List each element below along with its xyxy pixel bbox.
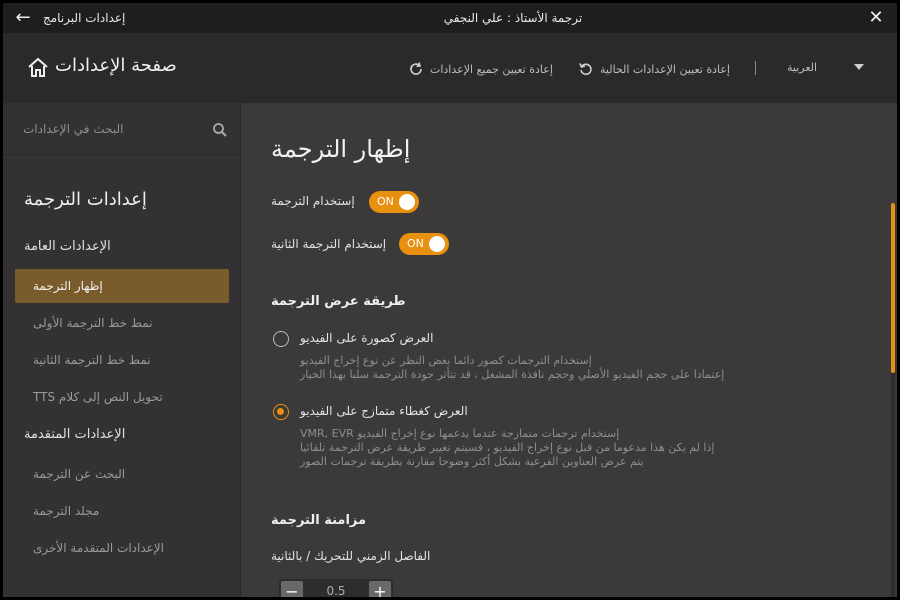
option-image-title[interactable]: العرض كصورة على الفيديو: [300, 331, 433, 345]
search-bar[interactable]: البحث في الإعدادات: [3, 103, 241, 155]
interval-label: الفاصل الزمني للتحريك / بالثانية: [271, 549, 431, 563]
use-second-subtitle-toggle[interactable]: ON: [399, 233, 449, 255]
option-overlay-desc-1: إستخدام ترجمات متمازجة عندما يدعمها نوع …: [300, 427, 620, 440]
sidebar-item-first-font-style[interactable]: نمط خط الترجمة الأولى: [15, 306, 229, 340]
toggle-knob: [429, 236, 445, 252]
reset-all-button[interactable]: إعادة تعيين جميع الإعدادات: [408, 59, 553, 79]
interval-stepper: − 0.5 +: [279, 579, 393, 597]
sidebar-item-second-font-style[interactable]: نمط خط الترجمة الثانية: [15, 343, 229, 377]
back-label[interactable]: إعدادات البرنامج: [43, 3, 125, 33]
option-image-desc-2: إعتمادا على حجم الفيديو الأصلي وحجم نافذ…: [300, 368, 725, 381]
increment-button[interactable]: +: [369, 581, 391, 597]
radio-overlay-mode[interactable]: [273, 404, 289, 420]
search-input[interactable]: البحث في الإعدادات: [23, 122, 123, 136]
reset-icon: [579, 63, 592, 76]
radio-image-mode[interactable]: [273, 331, 289, 347]
window-title: ترجمة الأستاذ : علي النجفي: [443, 11, 583, 25]
main-content: إظهار الترجمة إستخدام الترجمة ON إستخدام…: [241, 103, 897, 597]
scrollbar-thumb[interactable]: [891, 203, 895, 373]
sidebar-group-advanced: الإعدادات المتقدمة: [24, 427, 126, 442]
option-overlay-desc-3: يتم عرض العناوين الفرعية بشكل أكثر وضوحا…: [300, 455, 644, 468]
sidebar-item-subtitle-display[interactable]: إظهار الترجمة: [15, 269, 229, 303]
header-divider: [755, 61, 756, 75]
reset-current-label: إعادة تعيين الإعدادات الحالية: [600, 62, 730, 76]
sidebar-item-subtitle-search[interactable]: البحث عن الترجمة: [15, 457, 229, 491]
home-icon[interactable]: [26, 56, 50, 80]
page-header: صفحة الإعدادات إعادة تعيين جميع الإعدادا…: [3, 33, 897, 103]
sidebar: البحث في الإعدادات إعدادات الترجمة الإعد…: [3, 103, 241, 597]
sidebar-item-other-advanced[interactable]: الإعدادات المتقدمة الأخرى: [15, 531, 229, 565]
sidebar-item-tts[interactable]: تحويل النص إلى كلام TTS: [15, 380, 229, 414]
refresh-icon: [410, 62, 422, 75]
toggle-state-label: ON: [407, 237, 424, 250]
sidebar-item-subtitle-folder[interactable]: مجلد الترجمة: [15, 494, 229, 528]
toggle-state-label: ON: [377, 195, 394, 208]
app-window: ← إعدادات البرنامج ترجمة الأستاذ : علي ا…: [3, 3, 897, 597]
toggle-knob: [399, 194, 415, 210]
option-image-desc-1: إستخدام الترجمات كصور دائما بغض النظر عن…: [300, 354, 592, 367]
search-icon[interactable]: [212, 122, 228, 138]
option-overlay-title[interactable]: العرض كغطاء متمازج على الفيديو: [300, 404, 468, 418]
scrollbar[interactable]: [891, 203, 895, 597]
back-arrow-icon[interactable]: ←: [11, 7, 35, 29]
sync-heading: مزامنة الترجمة: [271, 513, 367, 528]
title-bar: ← إعدادات البرنامج ترجمة الأستاذ : علي ا…: [3, 3, 897, 33]
chevron-down-icon[interactable]: [854, 64, 864, 70]
reset-current-button[interactable]: إعادة تعيين الإعدادات الحالية: [578, 59, 730, 79]
use-second-subtitle-label: إستخدام الترجمة الثانية: [271, 237, 387, 251]
section-title: إظهار الترجمة: [271, 135, 411, 163]
page-title: صفحة الإعدادات: [55, 55, 177, 76]
option-overlay-desc-2: إذا لم يكن هذا مدعوما من قبل نوع إخراج ا…: [300, 441, 715, 454]
decrement-button[interactable]: −: [281, 581, 303, 597]
display-method-heading: طريقة عرض الترجمة: [271, 294, 406, 309]
language-select[interactable]: العربية: [787, 61, 817, 74]
sidebar-group-general: الإعدادات العامة: [24, 239, 111, 254]
use-subtitle-toggle[interactable]: ON: [369, 191, 419, 213]
interval-value[interactable]: 0.5: [315, 584, 357, 597]
use-subtitle-label: إستخدام الترجمة: [271, 194, 355, 208]
reset-all-label: إعادة تعيين جميع الإعدادات: [430, 62, 553, 76]
sidebar-title: إعدادات الترجمة: [24, 189, 147, 210]
close-icon[interactable]: ✕: [865, 7, 887, 29]
